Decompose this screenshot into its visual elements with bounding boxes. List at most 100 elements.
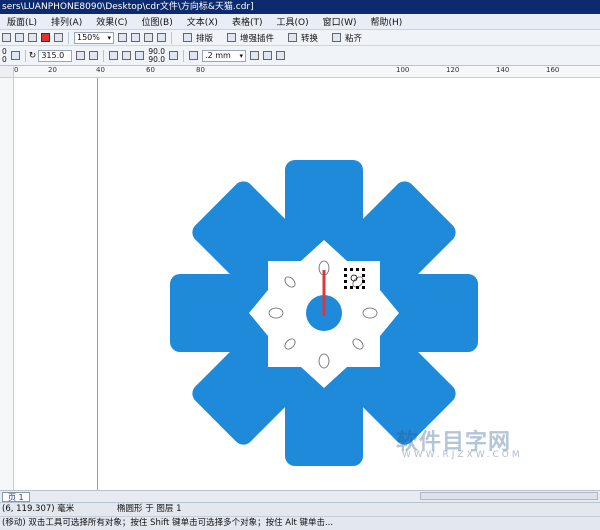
plugin-convert-button[interactable]: 转换 bbox=[282, 31, 322, 44]
plugin-typeset-label: 排版 bbox=[196, 33, 214, 44]
toolbar-separator bbox=[171, 31, 172, 44]
selection-handle[interactable] bbox=[362, 286, 365, 289]
lock-ratio-icon[interactable] bbox=[10, 51, 20, 60]
menu-table[interactable]: 表格(T) bbox=[225, 15, 270, 28]
selection-handle[interactable] bbox=[362, 268, 365, 271]
pie-icon[interactable] bbox=[122, 51, 132, 60]
watermark: 软件目字网 WWW.RJZXW.COM bbox=[396, 424, 546, 464]
ellipse-marker[interactable] bbox=[362, 307, 378, 319]
snap-icon[interactable] bbox=[118, 33, 127, 42]
ellipse-marker[interactable] bbox=[318, 353, 330, 369]
rotate-icon: ↻ bbox=[28, 50, 37, 61]
align-icon bbox=[332, 33, 342, 42]
standard-toolbar: 150% ▾ 排版 增强插件 转换 粘齐 bbox=[0, 30, 600, 46]
to-front-icon[interactable] bbox=[250, 51, 260, 60]
ruler-label: 80 bbox=[196, 66, 205, 74]
plugin-convert-label: 转换 bbox=[301, 33, 319, 44]
enhance-icon bbox=[227, 33, 237, 42]
plugin-typeset-button[interactable]: 排版 bbox=[177, 31, 217, 44]
menu-help[interactable]: 帮助(H) bbox=[364, 15, 410, 28]
typeset-icon bbox=[183, 33, 192, 42]
toolbar-separator bbox=[24, 49, 26, 62]
ruler-corner[interactable] bbox=[0, 66, 14, 78]
toolbar-separator bbox=[103, 49, 105, 62]
hint-text: 双击工具可选择所有对象；按住 Shift 键单击可选择多个对象；按住 Alt 键… bbox=[28, 518, 334, 528]
rotation-input[interactable]: 315.0 bbox=[38, 49, 73, 62]
selection-handle[interactable] bbox=[362, 274, 365, 277]
page-border bbox=[97, 78, 98, 490]
property-bar: 0 0 ↻ 315.0 90.0 90.0 .2 mm ▾ bbox=[0, 46, 600, 66]
undo-icon[interactable] bbox=[28, 33, 37, 42]
menu-tools[interactable]: 工具(O) bbox=[269, 15, 315, 28]
export-icon[interactable] bbox=[54, 33, 63, 42]
menu-bar: 版面(L) 排列(A) 效果(C) 位图(B) 文本(X) 表格(T) 工具(O… bbox=[0, 14, 600, 30]
end-angle-value[interactable]: 90.0 bbox=[148, 55, 165, 64]
ellipse-marker[interactable] bbox=[268, 307, 284, 319]
status-bar-hint: (移动) 双击工具可选择所有对象；按住 Shift 键单击可选择多个对象；按住 … bbox=[0, 516, 600, 530]
selection-handle[interactable] bbox=[350, 286, 353, 289]
to-back-icon[interactable] bbox=[263, 51, 273, 60]
plugin-align-label: 粘齐 bbox=[345, 33, 363, 44]
paste-icon[interactable] bbox=[15, 33, 24, 42]
options-icon[interactable] bbox=[157, 33, 166, 42]
ruler-label: 100 bbox=[396, 66, 410, 74]
ruler-label: 120 bbox=[446, 66, 460, 74]
vertical-ruler[interactable] bbox=[0, 78, 14, 490]
import-icon[interactable] bbox=[41, 33, 50, 42]
chevron-down-icon: ▾ bbox=[239, 51, 244, 60]
menu-arrange[interactable]: 排列(A) bbox=[44, 15, 89, 28]
mirror-v-icon[interactable] bbox=[89, 51, 99, 60]
zoom-level-select[interactable]: 150% ▾ bbox=[74, 31, 114, 44]
status-bar-info: (6, 119.307) 毫米 椭圆形 于 图层 1 bbox=[0, 502, 600, 516]
selection-handle[interactable] bbox=[350, 268, 353, 271]
rulers-icon[interactable] bbox=[131, 33, 140, 42]
menu-window[interactable]: 窗口(W) bbox=[316, 15, 364, 28]
ruler-label: 0 bbox=[14, 66, 19, 74]
angle-fields: 90.0 90.0 bbox=[148, 47, 165, 64]
mirror-h-icon[interactable] bbox=[76, 51, 86, 60]
zoom-level-value: 150% bbox=[77, 33, 100, 42]
direction-icon[interactable] bbox=[169, 51, 179, 60]
ruler-label: 20 bbox=[48, 66, 57, 74]
convert-curves-icon[interactable] bbox=[276, 51, 286, 60]
menu-text[interactable]: 文本(X) bbox=[180, 15, 225, 28]
arc-icon[interactable] bbox=[135, 51, 145, 60]
horizontal-scrollbar[interactable] bbox=[420, 492, 598, 500]
toolbar-separator bbox=[183, 49, 185, 62]
copy-icon[interactable] bbox=[2, 33, 11, 42]
compass-needle[interactable] bbox=[322, 270, 326, 316]
plugin-align-button[interactable]: 粘齐 bbox=[326, 31, 366, 44]
selection-handle[interactable] bbox=[356, 268, 359, 271]
menu-effects[interactable]: 效果(C) bbox=[89, 15, 134, 28]
ruler-label: 160 bbox=[546, 66, 560, 74]
y-position-value[interactable]: 0 bbox=[2, 55, 7, 64]
selection-handle[interactable] bbox=[344, 280, 347, 283]
menu-bitmaps[interactable]: 位图(B) bbox=[135, 15, 180, 28]
horizontal-ruler[interactable]: 0 20 40 60 80 100 120 140 160 bbox=[14, 66, 600, 78]
plugin-enhance-label: 增强插件 bbox=[240, 33, 275, 44]
menu-layout[interactable]: 版面(L) bbox=[0, 15, 44, 28]
selection-handle[interactable] bbox=[344, 274, 347, 277]
white-compass-star[interactable] bbox=[249, 240, 399, 388]
selection-handle[interactable] bbox=[362, 280, 365, 283]
selection-handle[interactable] bbox=[344, 286, 347, 289]
plugin-enhance-button[interactable]: 增强插件 bbox=[221, 31, 278, 44]
window-title-bar: sers\LUANPHONE8090\Desktop\cdr文件\方向标&天猫.… bbox=[0, 0, 600, 14]
wrap-text-icon[interactable] bbox=[189, 51, 199, 60]
outline-width-value: .2 mm bbox=[205, 51, 231, 60]
object-info: 椭圆形 于 图层 1 bbox=[117, 504, 182, 514]
watermark-url: WWW.RJZXW.COM bbox=[402, 450, 523, 460]
convert-icon bbox=[288, 33, 298, 42]
ellipse-icon[interactable] bbox=[109, 51, 119, 60]
window-title: sers\LUANPHONE8090\Desktop\cdr文件\方向标&天猫.… bbox=[2, 2, 254, 12]
outline-width-select[interactable]: .2 mm ▾ bbox=[202, 49, 247, 62]
launcher-icon[interactable] bbox=[144, 33, 153, 42]
page-tab[interactable]: 页 1 bbox=[2, 491, 30, 502]
selection-handle[interactable] bbox=[356, 286, 359, 289]
ruler-label: 60 bbox=[146, 66, 155, 74]
toolbar-separator bbox=[68, 31, 69, 44]
selection-handle[interactable] bbox=[344, 268, 347, 271]
rotation-value: 315.0 bbox=[41, 51, 65, 60]
hint-prefix: (移动) bbox=[2, 518, 26, 528]
unit-label: 毫米 bbox=[57, 504, 75, 514]
